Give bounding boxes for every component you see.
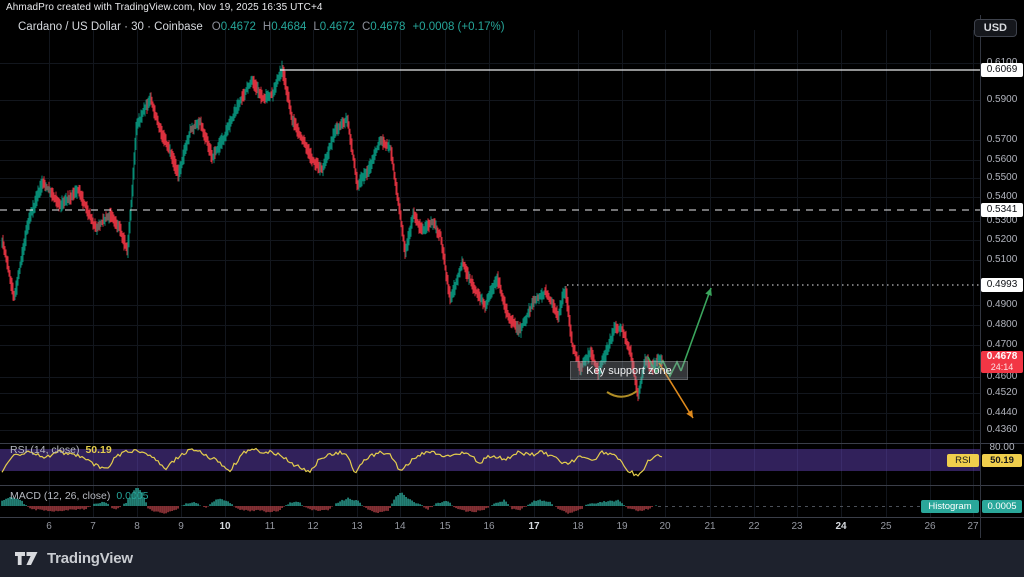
price-axis-label: 0.5400 — [982, 191, 1022, 202]
price-axis-label: 0.4520 — [982, 387, 1022, 398]
time-axis-label: 27 — [967, 521, 978, 532]
rsi-label-text: RSI (14, close) — [10, 444, 79, 456]
time-axis-label: 10 — [219, 521, 230, 532]
time-axis-label: 26 — [924, 521, 935, 532]
time-axis-label: 19 — [616, 521, 627, 532]
price-axis-label: 0.5700 — [982, 134, 1022, 145]
macd-axis-value-badge: 0.0005 — [982, 500, 1022, 513]
ohlc-values: O0.4672 H0.4684 L0.4672 C0.4678 +0.0008 … — [212, 21, 505, 33]
macd-value: 0.0005 — [116, 490, 148, 502]
rsi-axis-value-badge: 50.19 — [982, 454, 1022, 467]
time-axis-label: 6 — [46, 521, 52, 532]
time-axis-label: 11 — [265, 521, 275, 532]
change-value: +0.0008 (+0.17%) — [412, 21, 504, 33]
macd-indicator-label[interactable]: MACD (12, 26, close) 0.0005 — [10, 490, 149, 502]
price-axis-label: 0.4800 — [982, 319, 1022, 330]
price-level-badge: 0.4993 — [981, 278, 1023, 292]
open-label: O — [212, 21, 221, 33]
rsi-series-badge: RSI — [947, 454, 979, 467]
time-axis-label: 22 — [748, 521, 759, 532]
time-axis-label: 16 — [483, 521, 494, 532]
time-axis-label: 23 — [791, 521, 802, 532]
rsi-value: 50.19 — [85, 444, 111, 456]
support-zone-label[interactable]: Key support zone — [570, 361, 688, 380]
macd-label-text: MACD (12, 26, close) — [10, 490, 110, 502]
time-axis-label: 17 — [528, 521, 539, 532]
time-axis-label: 9 — [178, 521, 184, 532]
price-axis-label: 0.5200 — [982, 234, 1022, 245]
time-axis-label: 18 — [572, 521, 583, 532]
price-axis-label: 0.5100 — [982, 254, 1022, 265]
time-axis-label: 25 — [880, 521, 891, 532]
price-axis-label: 0.4360 — [982, 424, 1022, 435]
tradingview-brand-text[interactable]: TradingView — [47, 550, 133, 567]
open-value: 0.4672 — [221, 21, 256, 33]
time-axis-label: 20 — [659, 521, 670, 532]
chart-canvas[interactable] — [0, 0, 1024, 577]
low-value: 0.4672 — [320, 21, 355, 33]
price-axis-label: 0.5600 — [982, 154, 1022, 165]
time-axis-label: 12 — [307, 521, 318, 532]
tradingview-chart-screenshot: AhmadPro created with TradingView.com, N… — [0, 0, 1024, 577]
close-value: 0.4678 — [370, 21, 405, 33]
high-value: 0.4684 — [271, 21, 306, 33]
symbol-title[interactable]: Cardano / US Dollar · 30 · Coinbase — [18, 21, 203, 33]
support-zone-text: Key support zone — [586, 365, 672, 377]
tradingview-logo-icon[interactable] — [15, 551, 39, 566]
price-level-badge: 0.6069 — [981, 63, 1023, 77]
price-axis-label: 0.4700 — [982, 339, 1022, 350]
rsi-axis-top-label: 80.00 — [982, 442, 1022, 453]
time-axis-label: 7 — [90, 521, 96, 532]
price-level-badge: 0.5341 — [981, 203, 1023, 217]
price-axis-label: 0.5500 — [982, 172, 1022, 183]
time-axis-label: 8 — [134, 521, 140, 532]
footer-bar: TradingView — [0, 540, 1024, 577]
macd-histogram-badge: Histogram — [921, 500, 979, 513]
time-axis-label: 14 — [394, 521, 405, 532]
price-axis-label: 0.5900 — [982, 94, 1022, 105]
price-axis-label: 0.4440 — [982, 407, 1022, 418]
high-label: H — [263, 21, 271, 33]
bar-countdown: 24:14 — [981, 362, 1023, 372]
rsi-indicator-label[interactable]: RSI (14, close) 50.19 — [10, 444, 112, 456]
price-axis-label: 0.4900 — [982, 299, 1022, 310]
attribution-text: AhmadPro created with TradingView.com, N… — [6, 2, 323, 13]
time-axis-label: 13 — [351, 521, 362, 532]
time-axis-label: 15 — [439, 521, 450, 532]
symbol-info: Cardano / US Dollar · 30 · Coinbase O0.4… — [18, 21, 505, 33]
time-axis-label: 21 — [704, 521, 715, 532]
currency-toggle-button[interactable]: USD — [974, 19, 1017, 37]
attribution-bar: AhmadPro created with TradingView.com, N… — [0, 0, 1024, 15]
last-price-value: 0.4678 — [981, 352, 1023, 362]
last-price-badge: 0.4678 24:14 — [981, 351, 1023, 373]
time-axis-label: 24 — [835, 521, 846, 532]
